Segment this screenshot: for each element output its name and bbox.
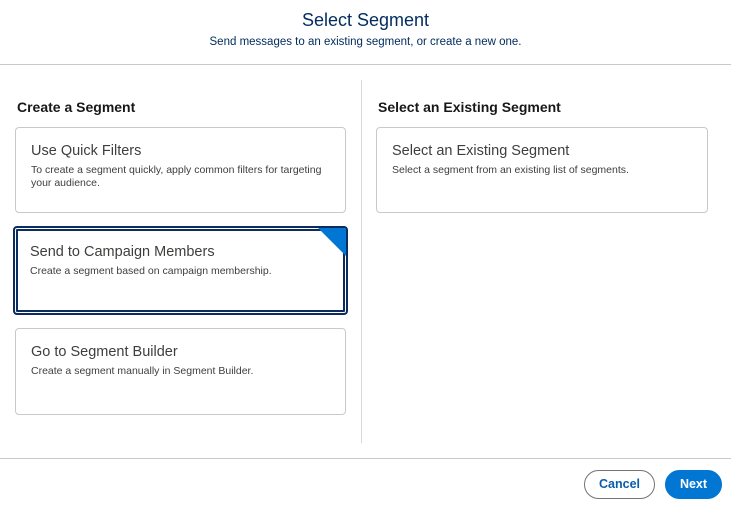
next-button[interactable]: Next — [665, 470, 722, 499]
modal-subtitle: Send messages to an existing segment, or… — [209, 36, 522, 48]
tile-send-to-campaign-members[interactable]: Send to Campaign Members Create a segmen… — [13, 226, 348, 315]
tile-use-quick-filters[interactable]: Use Quick Filters To create a segment qu… — [15, 127, 346, 213]
tile-title: Go to Segment Builder — [31, 344, 178, 360]
modal-title: Select Segment — [301, 10, 430, 30]
existing-segment-heading: Select an Existing Segment — [378, 99, 561, 115]
tile-title: Use Quick Filters — [31, 143, 142, 159]
modal-header: Select Segment Send messages to an exist… — [0, 0, 731, 65]
column-divider — [361, 80, 362, 443]
tile-select-existing-segment[interactable]: Select an Existing Segment Select a segm… — [376, 127, 708, 213]
selected-corner-indicator — [318, 228, 346, 256]
tile-description: To create a segment quickly, apply commo… — [31, 164, 322, 189]
modal-footer: Cancel Next — [0, 458, 731, 505]
select-segment-modal: Select Segment Send messages to an exist… — [0, 0, 731, 505]
cancel-button[interactable]: Cancel — [584, 470, 655, 499]
tile-title: Send to Campaign Members — [30, 244, 215, 260]
tile-go-to-segment-builder[interactable]: Go to Segment Builder Create a segment m… — [15, 328, 346, 415]
tile-description: Select a segment from an existing list o… — [392, 164, 629, 176]
tile-description: Create a segment based on campaign membe… — [30, 265, 272, 277]
create-segment-heading: Create a Segment — [17, 99, 136, 115]
modal-body: Create a Segment Use Quick Filters To cr… — [0, 66, 731, 458]
tile-description: Create a segment manually in Segment Bui… — [31, 365, 254, 377]
tile-title: Select an Existing Segment — [392, 143, 570, 159]
